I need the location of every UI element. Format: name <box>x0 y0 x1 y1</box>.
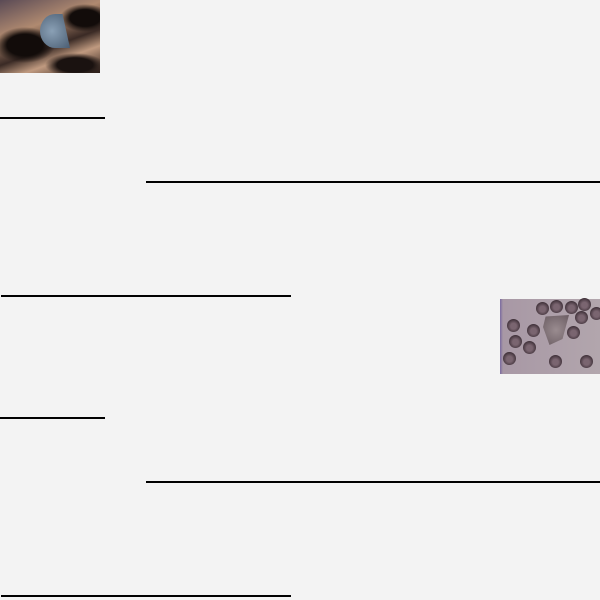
red-blood-cell <box>580 355 593 368</box>
red-blood-cell <box>523 341 536 354</box>
red-blood-cell <box>509 335 522 348</box>
red-blood-cell <box>590 307 600 320</box>
red-blood-cell <box>507 319 520 332</box>
red-blood-cell <box>575 311 588 324</box>
red-blood-cell <box>567 326 580 339</box>
answer-line-5 <box>146 481 600 483</box>
cell-nucleus-shape <box>40 14 70 48</box>
answer-line-1 <box>0 117 105 119</box>
answer-line-3 <box>1 295 291 297</box>
red-blood-cell <box>527 324 540 337</box>
answer-line-6 <box>1 595 291 597</box>
answer-line-2 <box>146 181 600 183</box>
red-blood-cell <box>549 355 562 368</box>
answer-line-4 <box>0 417 105 419</box>
cell-micrograph-image <box>0 0 100 73</box>
red-blood-cell <box>503 352 516 365</box>
red-blood-cell <box>578 298 591 311</box>
red-blood-cell <box>536 302 549 315</box>
red-blood-cell <box>550 300 563 313</box>
